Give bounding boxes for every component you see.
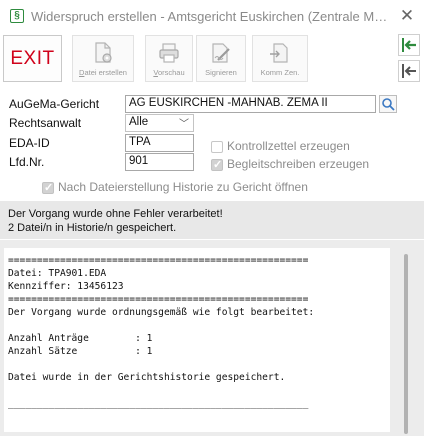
window-title: Widerspruch erstellen - Amtsgericht Eusk… — [31, 9, 389, 24]
search-button[interactable] — [379, 95, 397, 113]
lfd-nr-field[interactable]: 901 — [125, 153, 194, 171]
create-file-label: atei erstellen — [84, 68, 127, 77]
arrow-left-bar-icon — [402, 38, 416, 52]
signature-pen-icon — [212, 43, 230, 63]
lfd-nr-label: Lfd.Nr. — [9, 155, 45, 169]
document-gear-icon — [95, 42, 112, 63]
log-text: ========================================… — [8, 255, 315, 409]
historie-label: Nach Dateierstellung Historie zu Gericht… — [58, 180, 308, 194]
log-panel: ========================================… — [0, 240, 424, 436]
preview-label: orschau — [157, 68, 185, 77]
sign-button[interactable]: Signieren — [196, 35, 246, 82]
back-arrow-button[interactable] — [398, 60, 420, 82]
create-file-button[interactable]: Datei erstellen — [72, 35, 134, 82]
sign-label: Signieren — [205, 68, 237, 77]
kontrollzettel-checkbox[interactable] — [211, 141, 223, 153]
status-message: Der Vorgang wurde ohne Fehler verarbeite… — [0, 201, 424, 239]
exit-button[interactable]: EXIT — [3, 35, 62, 82]
komm-zen-button[interactable]: Komm Zen. — [252, 35, 308, 82]
status-line-2: 2 Datei/n in Historie/n gespeichert. — [8, 222, 177, 234]
eda-id-label: EDA-ID — [9, 136, 50, 150]
historie-checkbox[interactable] — [42, 181, 54, 194]
scrollbar-thumb[interactable] — [404, 254, 408, 434]
log-textbox[interactable]: ========================================… — [4, 248, 390, 432]
rechtsanwalt-value: Alle — [129, 116, 149, 128]
status-line-1: Der Vorgang wurde ohne Fehler verarbeite… — [8, 208, 223, 220]
augema-label: AuGeMa-Gericht — [9, 97, 100, 111]
document-transfer-icon — [270, 43, 288, 63]
rechtsanwalt-select[interactable]: Alle ﹀ — [125, 114, 194, 132]
close-icon: ✕ — [399, 6, 415, 25]
augema-field[interactable]: AG EUSKIRCHEN -MAHNAB. ZEMA II — [125, 95, 376, 113]
komm-zen-label: Komm Zen. — [260, 68, 300, 77]
kontrollzettel-label: Kontrollzettel erzeugen — [227, 139, 350, 153]
begleitschreiben-label: Begleitschreiben erzeugen — [227, 157, 370, 171]
eda-id-field[interactable]: TPA — [125, 134, 194, 152]
chevron-down-icon: ﹀ — [179, 119, 189, 130]
printer-preview-icon — [159, 43, 179, 63]
close-button[interactable]: ✕ — [396, 5, 418, 27]
app-icon: § — [10, 9, 24, 23]
import-arrow-button[interactable] — [398, 34, 420, 56]
toolbar: EXIT Datei erstellen Vorschau Signieren — [0, 32, 424, 86]
search-icon — [382, 98, 395, 111]
arrow-left-bar-icon — [402, 64, 416, 78]
preview-button[interactable]: Vorschau — [145, 35, 193, 82]
rechtsanwalt-label: Rechtsanwalt — [9, 116, 82, 130]
begleitschreiben-checkbox[interactable] — [211, 158, 223, 171]
